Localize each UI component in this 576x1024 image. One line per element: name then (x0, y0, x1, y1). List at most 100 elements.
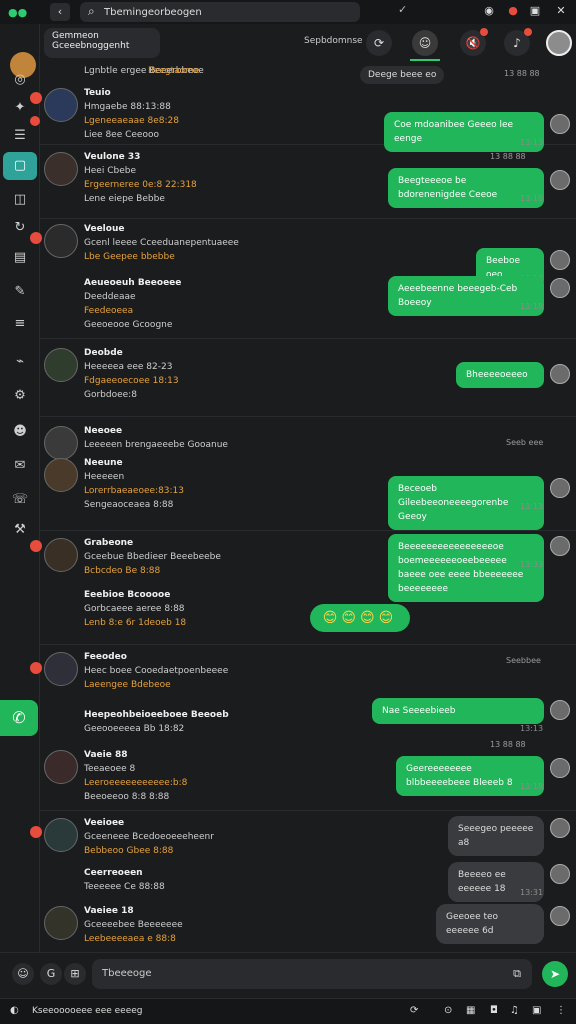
chat-bubble-icon[interactable]: ✉ (8, 454, 32, 478)
sender-avatar[interactable] (550, 758, 570, 778)
sync-icon[interactable]: ⟳ (410, 1005, 418, 1016)
contact-name[interactable]: Neeoee (84, 426, 122, 436)
back-button[interactable]: ‹ (50, 3, 70, 21)
gif-icon[interactable]: G (40, 963, 62, 985)
sender-avatar[interactable] (550, 278, 570, 298)
sender-avatar[interactable] (550, 700, 570, 720)
contact-name[interactable]: Eeebioe Bcooooe (84, 590, 170, 600)
notification-icon[interactable]: ● (506, 4, 520, 18)
chat-subtitle-line: Gceeebnoggenht (52, 41, 130, 51)
contact-avatar[interactable] (44, 818, 78, 852)
record-icon[interactable]: ◉ (482, 4, 496, 18)
tool-icon[interactable]: ⚒ (8, 518, 32, 542)
sender-avatar[interactable] (550, 250, 570, 270)
edit-icon[interactable]: ✎ (8, 280, 32, 304)
reaction-bar[interactable]: 😊😊😊😊 (310, 604, 410, 632)
contact-avatar[interactable] (44, 458, 78, 492)
contact-name[interactable]: Feeodeo (84, 652, 127, 662)
mute-icon[interactable]: 🔇 (460, 28, 488, 56)
contact-name[interactable]: Veeioee (84, 818, 124, 828)
time-label: 13 88 88 (490, 740, 526, 749)
sender-avatar[interactable] (550, 864, 570, 884)
header-avatar[interactable] (546, 30, 572, 56)
message-time: 13:13 (520, 724, 544, 733)
refresh-icon[interactable]: ⟳ (366, 30, 392, 56)
message-preview: Beeoeeoo 8:8 8:88 (84, 792, 170, 802)
link-icon[interactable]: ⌁ (8, 350, 32, 374)
grid-icon[interactable]: ▦ (466, 1005, 475, 1016)
archive-icon[interactable]: ◫ (8, 188, 32, 212)
message-preview: Fdgaeeoecoee 18:13 (84, 376, 179, 386)
chats-icon[interactable]: ◎ (8, 68, 32, 92)
sender-avatar[interactable] (550, 906, 570, 926)
sender-avatar[interactable] (550, 170, 570, 190)
contact-name[interactable]: Teuio (84, 88, 111, 98)
menu-icon[interactable]: ☰ (8, 124, 32, 148)
sender-avatar[interactable] (550, 364, 570, 384)
search-input[interactable] (104, 4, 344, 20)
attach-icon[interactable]: ⊞ (64, 963, 86, 985)
contact-name[interactable]: Veeloue (84, 224, 124, 234)
sender-avatar[interactable] (550, 478, 570, 498)
contact-name[interactable]: Grabeone (84, 538, 133, 548)
avatar-small-icon[interactable]: ☻ (8, 420, 32, 444)
unread-badge (30, 662, 42, 674)
sticker-icon[interactable]: ⧉ (506, 963, 528, 985)
contact-name[interactable]: Heepeohbeioeeboee Beeoeb (84, 710, 229, 720)
time-label: Seeb eee (506, 438, 544, 447)
sender-avatar[interactable] (550, 536, 570, 556)
box-icon[interactable]: ▤ (8, 246, 32, 270)
message-bubble[interactable]: Geeoee teo eeeeee 6d (436, 904, 544, 944)
close-icon[interactable]: ✕ (554, 4, 568, 18)
shield-icon[interactable]: ⊙ (444, 1005, 452, 1016)
search-bar[interactable]: ⌕ (80, 2, 360, 22)
contact-name[interactable]: Ceerreoeen (84, 868, 143, 878)
send-button[interactable]: ➤ (542, 961, 568, 987)
sound-badge (524, 28, 532, 36)
contact-name[interactable]: Veulone 33 (84, 152, 140, 162)
contact-avatar[interactable] (44, 224, 78, 258)
bell-icon[interactable]: ♫ (510, 1005, 519, 1016)
chat-title[interactable]: Gemmeon Gceeebnoggenht (44, 28, 160, 58)
message-bubble[interactable]: Seeegeo peeeee a8 (448, 816, 544, 856)
message-bubble[interactable]: Bheeeeoeeeo (456, 362, 544, 388)
emoji-icon[interactable]: ☺ (12, 963, 34, 985)
contact-avatar[interactable] (44, 750, 78, 784)
message-preview: Heec boee Cooedaetpoenbeeee (84, 666, 229, 676)
contact-avatar-button[interactable]: ☺ (412, 30, 438, 56)
window-icon[interactable]: ▣ (528, 4, 542, 18)
message-preview: Teeeeee Ce 88:88 (84, 882, 165, 892)
sidebar-item-active[interactable]: ▢ (3, 152, 37, 180)
camera-icon[interactable]: ◘ (490, 1005, 498, 1016)
contact-name[interactable]: Neeune (84, 458, 123, 468)
sender-avatar[interactable] (550, 114, 570, 134)
contact-name[interactable]: Aeueoeuh Beeoeee (84, 278, 181, 288)
unread-badge (30, 826, 42, 838)
sender-avatar[interactable] (550, 818, 570, 838)
window-icon[interactable]: ▣ (532, 1005, 541, 1016)
contact-avatar[interactable] (44, 906, 78, 940)
contact-name[interactable]: Deobde (84, 348, 123, 358)
list-icon[interactable]: ≡ (8, 312, 32, 336)
contact-name[interactable]: Vaeie 88 (84, 750, 128, 760)
call-button[interactable]: ✆ (0, 700, 38, 736)
contact-avatar[interactable] (44, 652, 78, 686)
phone-icon[interactable]: ☏ (8, 488, 32, 512)
contact-avatar[interactable] (44, 152, 78, 186)
contact-avatar[interactable] (44, 426, 78, 460)
contact-avatar[interactable] (44, 538, 78, 572)
settings-icon[interactable]: ⚙ (8, 384, 32, 408)
contact-avatar[interactable] (44, 88, 78, 122)
more-icon[interactable]: ⋮ (556, 1005, 566, 1016)
message-bubble[interactable]: Nae Seeeebieeb (372, 698, 544, 724)
sound-icon[interactable]: ♪ (504, 28, 532, 56)
message-input[interactable]: Tbeeeoge (92, 959, 532, 989)
status-icon[interactable]: ✦ (8, 96, 32, 120)
message-preview: Gceeeebee Beeeeeee (84, 920, 183, 930)
sync-icon[interactable]: ↻ (8, 216, 32, 240)
message-preview: Gcenl leeee Cceeduanepentuaeee (84, 238, 239, 248)
chevron-down-icon[interactable]: ✓ (398, 3, 407, 16)
message-preview: Lorerrbaeaeoee:83:13 (84, 486, 185, 496)
contact-avatar[interactable] (44, 348, 78, 382)
contact-name[interactable]: Vaeiee 18 (84, 906, 134, 916)
